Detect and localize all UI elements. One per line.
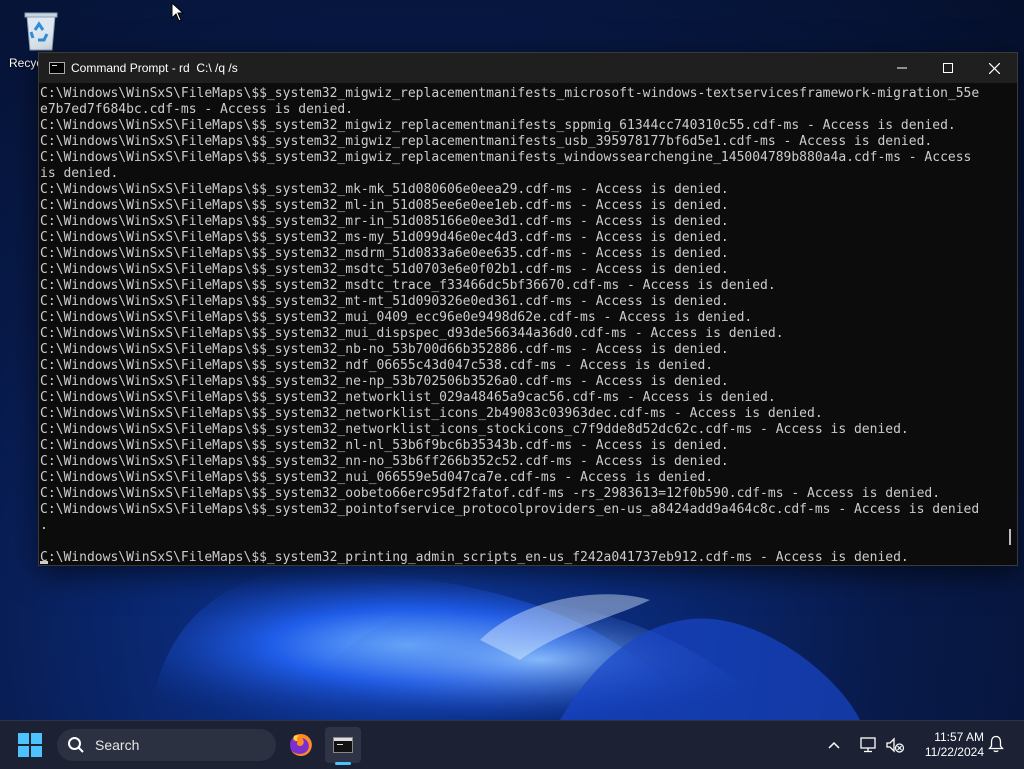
window-titlebar[interactable]: Command Prompt - rd C:\ /q /s [39,53,1017,83]
console-line: C:\Windows\WinSxS\FileMaps\$$_system32_n… [40,342,729,357]
console-line: C:\Windows\WinSxS\FileMaps\$$_system32_n… [40,374,729,389]
terminal-icon [333,737,353,753]
console-line: C:\Windows\WinSxS\FileMaps\$$_system32_n… [40,358,714,373]
console-line: C:\Windows\WinSxS\FileMaps\$$_system32_n… [40,438,729,453]
command-prompt-window[interactable]: Command Prompt - rd C:\ /q /s C:\Windows… [38,52,1018,566]
maximize-button[interactable] [925,53,971,83]
console-line: C:\Windows\WinSxS\FileMaps\$$_system32_m… [40,310,753,325]
volume-button[interactable] [885,721,905,769]
chevron-up-icon [828,741,840,749]
taskbar-clock[interactable]: 11:57 AM 11/22/2024 [916,730,984,760]
taskbar-search[interactable]: Search [57,729,276,761]
console-line: C:\Windows\WinSxS\FileMaps\$$_system32_m… [40,326,784,341]
console-line: C:\Windows\WinSxS\FileMaps\$$_system32_n… [40,454,729,469]
firefox-icon [290,734,312,756]
console-line: C:\Windows\WinSxS\FileMaps\$$_system32_n… [40,422,909,437]
taskbar: Search 11:57 AM 11/22/2024 [0,720,1024,769]
show-hidden-icons-button[interactable] [828,721,840,769]
console-line: C:\Windows\WinSxS\FileMaps\$$_system32_p… [40,550,909,565]
recycle-bin-icon [21,8,61,52]
text-cursor [40,561,48,564]
console-line: . [40,518,48,533]
console-line: C:\Windows\WinSxS\FileMaps\$$_system32_m… [40,294,729,309]
notifications-button[interactable] [988,735,1004,758]
search-icon [68,737,84,753]
console-line: C:\Windows\WinSxS\FileMaps\$$_system32_n… [40,390,776,405]
console-line: C:\Windows\WinSxS\FileMaps\$$_system32_m… [40,118,956,133]
console-output[interactable]: C:\Windows\WinSxS\FileMaps\$$_system32_m… [39,83,1003,565]
start-button[interactable] [18,733,42,757]
windows-start-icon [18,733,29,744]
network-icon [860,737,876,753]
mouse-pointer-icon [171,1,185,27]
taskbar-app-terminal[interactable] [325,727,361,765]
console-line: e7b7ed7f684bc.cdf-ms - Access is denied. [40,102,354,117]
console-line: C:\Windows\WinSxS\FileMaps\$$_system32_m… [40,214,729,229]
console-line: C:\Windows\WinSxS\FileMaps\$$_system32_m… [40,198,729,213]
taskbar-app-firefox[interactable] [283,727,319,763]
console-line: C:\Windows\WinSxS\FileMaps\$$_system32_m… [40,134,933,149]
clock-time: 11:57 AM [934,730,984,744]
scrollbar-thumb[interactable] [1009,529,1011,545]
console-line: C:\Windows\WinSxS\FileMaps\$$_system32_n… [40,406,823,421]
console-line: C:\Windows\WinSxS\FileMaps\$$_system32_m… [40,86,980,101]
network-button[interactable] [859,721,877,769]
minimize-icon [897,67,907,69]
active-indicator [335,762,351,765]
console-line: C:\Windows\WinSxS\FileMaps\$$_system32_m… [40,150,972,165]
maximize-icon [943,63,953,73]
console-line: C:\Windows\WinSxS\FileMaps\$$_system32_m… [40,182,729,197]
console-line: C:\Windows\WinSxS\FileMaps\$$_system32_p… [40,502,980,517]
console-line: C:\Windows\WinSxS\FileMaps\$$_system32_m… [40,230,729,245]
close-button[interactable] [971,53,1017,83]
volume-muted-icon [886,737,905,753]
console-line: C:\Windows\WinSxS\FileMaps\$$_system32_n… [40,470,714,485]
search-placeholder: Search [95,737,140,753]
close-icon [988,62,1000,74]
window-title: Command Prompt - rd C:\ /q /s [71,61,238,75]
console-line: is denied. [40,166,119,181]
bell-icon [988,735,1004,753]
console-line: C:\Windows\WinSxS\FileMaps\$$_system32_m… [40,262,729,277]
console-line: C:\Windows\WinSxS\FileMaps\$$_system32_o… [40,486,941,501]
console-line: C:\Windows\WinSxS\FileMaps\$$_system32_m… [40,246,729,261]
console-line: C:\Windows\WinSxS\FileMaps\$$_system32_m… [40,278,776,293]
command-prompt-icon [49,62,65,74]
clock-date: 11/22/2024 [924,745,984,759]
minimize-button[interactable] [879,53,925,83]
